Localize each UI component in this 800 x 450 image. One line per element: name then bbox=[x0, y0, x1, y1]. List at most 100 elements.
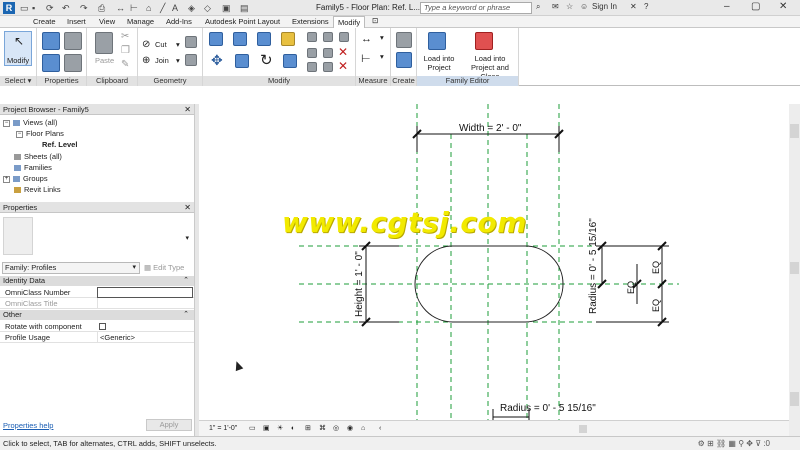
cut-geometry-icon[interactable]: ⊘ bbox=[142, 39, 150, 50]
search-input[interactable]: Type a keyword or phrase bbox=[420, 2, 532, 14]
create-similar-icon[interactable] bbox=[396, 52, 412, 68]
delete-icon[interactable]: ✕ bbox=[338, 59, 348, 73]
modify-button[interactable]: ↖ Modify bbox=[4, 31, 32, 66]
join-geometry-button[interactable]: Join bbox=[155, 56, 169, 65]
measure-icon[interactable]: ↔ bbox=[116, 3, 125, 13]
dimension-dropdown-icon[interactable]: ▾ bbox=[380, 52, 384, 61]
copy-element-icon[interactable] bbox=[235, 54, 249, 68]
reveal-hidden-icon[interactable]: ◉ bbox=[347, 421, 353, 436]
array-icon[interactable] bbox=[307, 48, 317, 58]
tab-create[interactable]: Create bbox=[33, 17, 56, 26]
move-icon[interactable]: ✥ bbox=[211, 52, 223, 69]
family-dropdown-icon[interactable]: ▾ bbox=[132, 263, 136, 273]
tab-view[interactable]: View bbox=[99, 17, 115, 26]
select-pinned-icon[interactable]: ⚲ bbox=[738, 439, 744, 448]
temp-hide-icon[interactable]: ◎ bbox=[333, 421, 339, 436]
split-element-icon[interactable] bbox=[307, 32, 317, 42]
line-icon[interactable]: ╱ bbox=[160, 3, 165, 14]
signin-link[interactable]: Sign In bbox=[592, 2, 617, 11]
paste-icon[interactable] bbox=[95, 32, 113, 54]
load-into-project-button[interactable]: Load into Project bbox=[420, 54, 458, 72]
sync-icon[interactable]: ⟳ bbox=[46, 3, 54, 14]
match-properties-icon[interactable]: ✎ bbox=[121, 59, 129, 70]
tab-modify[interactable]: Modify bbox=[333, 16, 366, 28]
scroll-left-icon[interactable]: ‹ bbox=[379, 421, 381, 436]
group-other[interactable]: Other ⌃ bbox=[0, 310, 194, 320]
vertical-scrollbar[interactable] bbox=[789, 104, 800, 436]
select-links-icon[interactable]: ⛓ bbox=[716, 439, 726, 448]
exchange-icon[interactable]: ✕ bbox=[630, 2, 637, 11]
copy-icon[interactable]: ❐ bbox=[121, 45, 130, 56]
load-and-close-icon[interactable] bbox=[475, 32, 493, 50]
redo-icon[interactable]: ↷ bbox=[80, 3, 88, 14]
select-dropdown[interactable]: Select ▾ bbox=[0, 76, 36, 86]
split-gap-icon[interactable] bbox=[323, 32, 333, 42]
filter-icon[interactable]: ⊽ bbox=[755, 439, 761, 448]
tab-autodesk-point-layout[interactable]: Autodesk Point Layout bbox=[205, 17, 280, 26]
tab-extensions[interactable]: Extensions bbox=[292, 17, 329, 26]
aligned-dimension-icon[interactable]: ⊢ bbox=[361, 52, 371, 65]
save-icon[interactable]: ▪ bbox=[32, 3, 35, 13]
tag-icon[interactable]: ⌂ bbox=[146, 3, 151, 13]
rotate-icon[interactable]: ↻ bbox=[260, 51, 273, 69]
select-underlay-icon[interactable]: ▦ bbox=[728, 439, 736, 448]
group-identity-data[interactable]: Identity Data ⌃ bbox=[0, 276, 194, 286]
type-properties-icon[interactable] bbox=[42, 32, 60, 50]
text-icon[interactable]: A bbox=[172, 3, 178, 13]
app-menu-button[interactable]: R bbox=[3, 2, 15, 14]
print-icon[interactable]: ⎙ bbox=[98, 3, 105, 14]
sun-path-icon[interactable]: ☀ bbox=[277, 421, 283, 436]
maximize-icon[interactable]: ▢ bbox=[751, 1, 760, 12]
join-dropdown-icon[interactable]: ▾ bbox=[176, 56, 180, 65]
3d-view-icon[interactable]: ◈ bbox=[188, 3, 195, 14]
omniclass-number-field[interactable] bbox=[97, 287, 193, 298]
show-crop-icon[interactable]: ⌘ bbox=[319, 421, 326, 436]
profile-usage-select[interactable]: <Generic> bbox=[97, 332, 135, 343]
detail-level-icon[interactable]: ▭ bbox=[249, 421, 256, 436]
split-face-icon[interactable] bbox=[185, 36, 197, 48]
tree-item-revit-links[interactable]: Revit Links bbox=[14, 185, 61, 194]
tab-manage[interactable]: Manage bbox=[127, 17, 154, 26]
workset-icon[interactable]: ⚙ bbox=[698, 439, 705, 448]
pin-icon[interactable] bbox=[339, 32, 349, 42]
drag-elements-icon[interactable]: ✥ bbox=[746, 439, 753, 448]
section-icon[interactable]: ◇ bbox=[204, 3, 211, 14]
cut-dropdown-icon[interactable]: ▾ bbox=[176, 40, 180, 49]
create-group-icon[interactable] bbox=[396, 32, 412, 48]
mirror-axis-icon[interactable] bbox=[257, 32, 271, 46]
user-icon[interactable]: ☺ bbox=[580, 2, 588, 11]
close-window-icon[interactable]: ✕ bbox=[779, 1, 787, 12]
favorites-icon[interactable]: ☆ bbox=[566, 2, 573, 11]
family-filter-select[interactable]: Family: Profiles ▾ bbox=[2, 262, 140, 274]
trim-extend-icon[interactable] bbox=[283, 54, 297, 68]
tree-item-views[interactable]: − Views (all) bbox=[3, 118, 57, 127]
tree-item-sheets[interactable]: Sheets (all) bbox=[14, 152, 62, 161]
collapse-other-icon[interactable]: ⌃ bbox=[183, 310, 189, 320]
close-hidden-icon[interactable]: ▣ bbox=[222, 3, 231, 14]
scroll-thumb[interactable] bbox=[790, 262, 799, 274]
ribbon-minimize-icon[interactable]: ⊡ bbox=[372, 16, 378, 25]
analytical-model-icon[interactable]: ⌂ bbox=[361, 421, 365, 436]
mirror-draw-icon[interactable] bbox=[281, 32, 295, 46]
undo-icon[interactable]: ↶ bbox=[62, 3, 70, 14]
subscription-icon[interactable]: ✉ bbox=[552, 2, 559, 11]
edit-type-button[interactable]: ▦ Edit Type bbox=[144, 262, 184, 274]
horizontal-scroll-thumb[interactable] bbox=[579, 425, 587, 433]
zoom-icon[interactable] bbox=[790, 392, 799, 406]
family-types-icon[interactable] bbox=[64, 32, 82, 50]
align-icon[interactable] bbox=[209, 32, 223, 46]
properties-palette-icon[interactable] bbox=[64, 54, 82, 72]
properties-close-icon[interactable]: ✕ bbox=[184, 202, 191, 213]
dimension-icon[interactable]: ⊢ bbox=[130, 3, 138, 14]
shadows-icon[interactable]: ◐ bbox=[291, 421, 295, 436]
open-icon[interactable]: ▭ bbox=[20, 3, 29, 14]
tab-add-ins[interactable]: Add-Ins bbox=[166, 17, 192, 26]
tree-item-groups[interactable]: + Groups bbox=[3, 174, 48, 183]
help-icon[interactable]: ? bbox=[644, 2, 648, 11]
project-browser-close-icon[interactable]: ✕ bbox=[184, 104, 191, 115]
family-category-icon[interactable] bbox=[42, 54, 60, 72]
trim-single-icon[interactable] bbox=[307, 62, 317, 72]
switch-windows-icon[interactable]: ▤ bbox=[240, 3, 249, 14]
measure-dropdown-icon[interactable]: ▾ bbox=[380, 33, 384, 42]
tree-item-floor-plans[interactable]: − Floor Plans bbox=[16, 129, 64, 138]
